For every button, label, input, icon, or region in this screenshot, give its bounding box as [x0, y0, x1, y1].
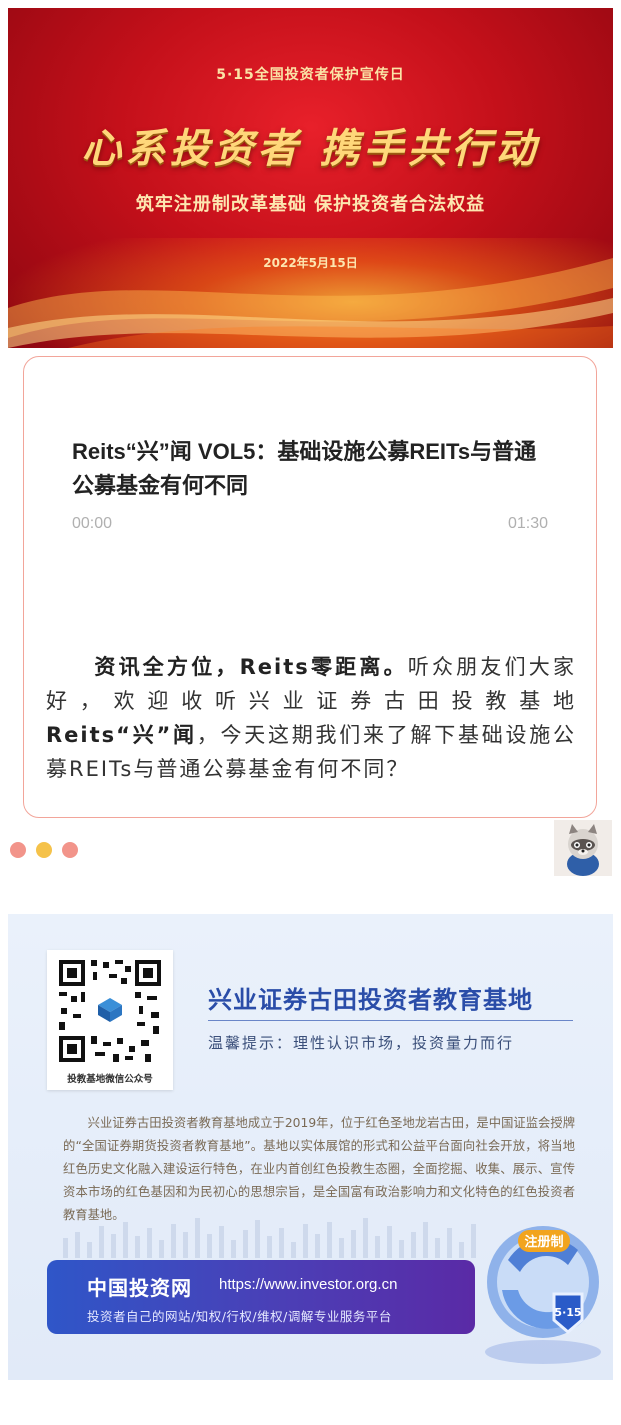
decorative-dots [10, 842, 88, 862]
intro-lead: 资讯全方位，Reits零距离。 [94, 655, 408, 679]
qr-code-card[interactable]: 投教基地微信公众号 [47, 950, 173, 1090]
badge-text: 注册制 [524, 1234, 563, 1250]
investment-tip: 温馨提示：理性认识市场，投资量力而行 [208, 1034, 515, 1052]
banner-headline: 心系投资者 携手共行动 [81, 125, 540, 172]
investor-site-subtitle: 投资者自己的网站/知权/行权/维权/调解专业服务平台 [87, 1309, 392, 1324]
qr-code-icon [55, 956, 165, 1066]
education-base-footer: 投教基地微信公众号 兴业证券古田投资者教育基地 温馨提示：理性认识市场，投资量力… [8, 914, 613, 1380]
dot-icon [10, 842, 26, 858]
raccoon-mascot-icon [554, 820, 612, 876]
investor-site-link[interactable]: 中国投资网 https://www.investor.org.cn 投资者自己的… [47, 1260, 475, 1334]
banner-slogan: 筑牢注册制改革基础 保护投资者合法权益 [135, 194, 486, 215]
intro-paragraph: 资讯全方位，Reits零距离。听众朋友们大家好，欢迎收听兴业证券古田投教基地Re… [46, 650, 576, 786]
gold-ribbon-decoration [8, 258, 613, 348]
base-description: 兴业证券古田投资者教育基地成立于2019年，位于红色圣地龙岩古田，是中国证监会授… [63, 1112, 575, 1227]
audio-card: Reits“兴”闻 VOL5：基础设施公募REITs与普通公募基金有何不同 00… [23, 356, 597, 818]
banner-subtitle: 5·15全国投资者保护宣传日 [216, 67, 405, 83]
dot-icon [36, 842, 52, 858]
registration-system-badge-icon: 注册制 5·15 [485, 1226, 601, 1364]
base-description-text: 兴业证券古田投资者教育基地成立于2019年，位于红色圣地龙岩古田，是中国证监会授… [63, 1116, 575, 1222]
investor-site-title: 中国投资网 [87, 1276, 192, 1300]
investor-site-url[interactable]: https://www.investor.org.cn [219, 1276, 397, 1293]
audio-current-time: 00:00 [72, 515, 113, 532]
divider [208, 1020, 573, 1021]
banner-date: 2022年5月15日 [263, 256, 358, 270]
dot-icon [62, 842, 78, 858]
intro-column-name: Reits“兴”闻 [46, 723, 197, 747]
badge-date: 5·15 [554, 1306, 581, 1319]
qr-caption: 投教基地微信公众号 [67, 1074, 153, 1085]
event-banner: 5·15全国投资者保护宣传日 心系投资者 携手共行动 筑牢注册制改革基础 保护投… [8, 8, 613, 348]
org-name: 兴业证券古田投资者教育基地 [208, 986, 533, 1014]
audio-duration: 01:30 [507, 515, 548, 532]
bar-chart-decoration [63, 1218, 476, 1258]
audio-title[interactable]: Reits“兴”闻 VOL5：基础设施公募REITs与普通公募基金有何不同 [72, 435, 542, 503]
